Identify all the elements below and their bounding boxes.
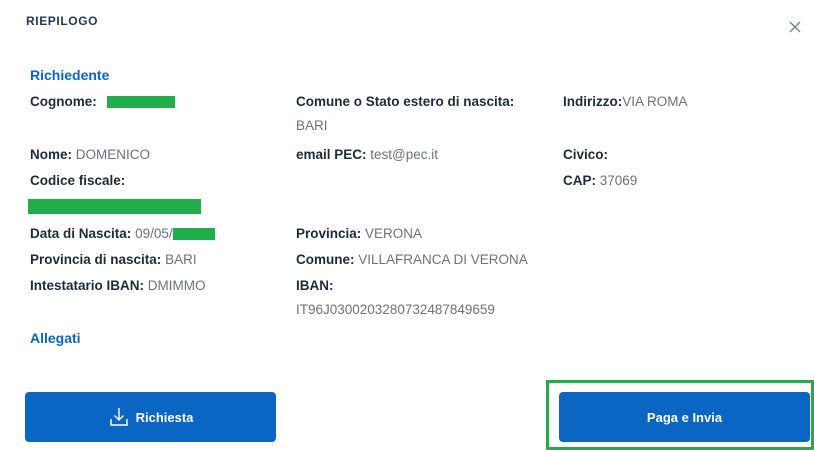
- richiedente-heading: Richiedente: [30, 67, 110, 83]
- paga-e-invia-label: Paga e Invia: [646, 409, 723, 425]
- richiesta-download-button[interactable]: Richiesta: [25, 392, 276, 442]
- civico-field: Civico:: [563, 146, 608, 164]
- comune-label: Comune:: [296, 252, 355, 267]
- intestatario-label: Intestatario IBAN:: [30, 278, 145, 293]
- iban-field: IBAN: IT96J0300203280732487849659: [296, 277, 495, 319]
- email-label: email PEC:: [296, 147, 367, 162]
- cognome-label: Cognome:: [30, 94, 97, 109]
- close-button[interactable]: [786, 18, 804, 36]
- codice-fiscale-label: Codice fiscale:: [30, 173, 126, 188]
- nome-value: DOMENICO: [75, 147, 151, 162]
- comune-nascita-value: BARI: [296, 118, 328, 133]
- cognome-redaction: [106, 96, 175, 109]
- richiesta-label: Richiesta: [135, 409, 194, 425]
- provincia-nascita-value: BARI: [165, 252, 197, 267]
- indirizzo-label: Indirizzo:: [563, 94, 623, 109]
- email-value: test@pec.it: [370, 147, 439, 162]
- indirizzo-value: VIA ROMA: [622, 94, 688, 109]
- data-nascita-field: Data di Nascita: 09/05/: [30, 225, 215, 243]
- cognome-field: Cognome:: [30, 93, 175, 111]
- provincia-field: Provincia: VERONA: [296, 225, 422, 243]
- codice-fiscale-redaction: [28, 199, 201, 214]
- intestatario-iban-field: Intestatario IBAN: DMIMMO: [30, 277, 206, 295]
- cap-value: 37069: [599, 173, 638, 188]
- nome-label: Nome:: [30, 147, 73, 162]
- modal-title: RIEPILOGO: [26, 14, 99, 28]
- comune-field: Comune: VILLAFRANCA DI VERONA: [296, 251, 528, 269]
- cap-field: CAP: 37069: [563, 172, 637, 190]
- civico-label: Civico:: [563, 147, 609, 162]
- comune-value: VILLAFRANCA DI VERONA: [358, 252, 528, 267]
- data-nascita-redaction: [172, 228, 215, 241]
- cap-label: CAP:: [563, 173, 596, 188]
- paga-e-invia-button[interactable]: Paga e Invia: [559, 392, 810, 442]
- summary-modal: RIEPILOGO Richiedente Cognome: Nome: DOM…: [0, 0, 814, 450]
- nome-field: Nome: DOMENICO: [30, 146, 150, 164]
- comune-nascita-label: Comune o Stato estero di nascita:: [296, 94, 515, 109]
- close-icon: [789, 21, 801, 33]
- intestatario-value: DMIMMO: [147, 278, 206, 293]
- comune-nascita-field: Comune o Stato estero di nascita: BARI: [296, 93, 514, 135]
- indirizzo-field: Indirizzo:VIA ROMA: [563, 93, 688, 111]
- allegati-heading: Allegati: [30, 330, 81, 346]
- provincia-label: Provincia:: [296, 226, 362, 241]
- iban-label: IBAN:: [296, 278, 334, 293]
- provincia-nascita-label: Provincia di nascita:: [30, 252, 162, 267]
- iban-value: IT96J0300203280732487849659: [296, 302, 495, 317]
- download-icon: [108, 406, 130, 428]
- provincia-nascita-field: Provincia di nascita: BARI: [30, 251, 197, 269]
- codice-fiscale-field: Codice fiscale:: [30, 172, 125, 190]
- data-nascita-label: Data di Nascita:: [30, 226, 132, 241]
- email-pec-field: email PEC: test@pec.it: [296, 146, 438, 164]
- data-nascita-value: 09/05/: [135, 226, 173, 241]
- provincia-value: VERONA: [365, 226, 423, 241]
